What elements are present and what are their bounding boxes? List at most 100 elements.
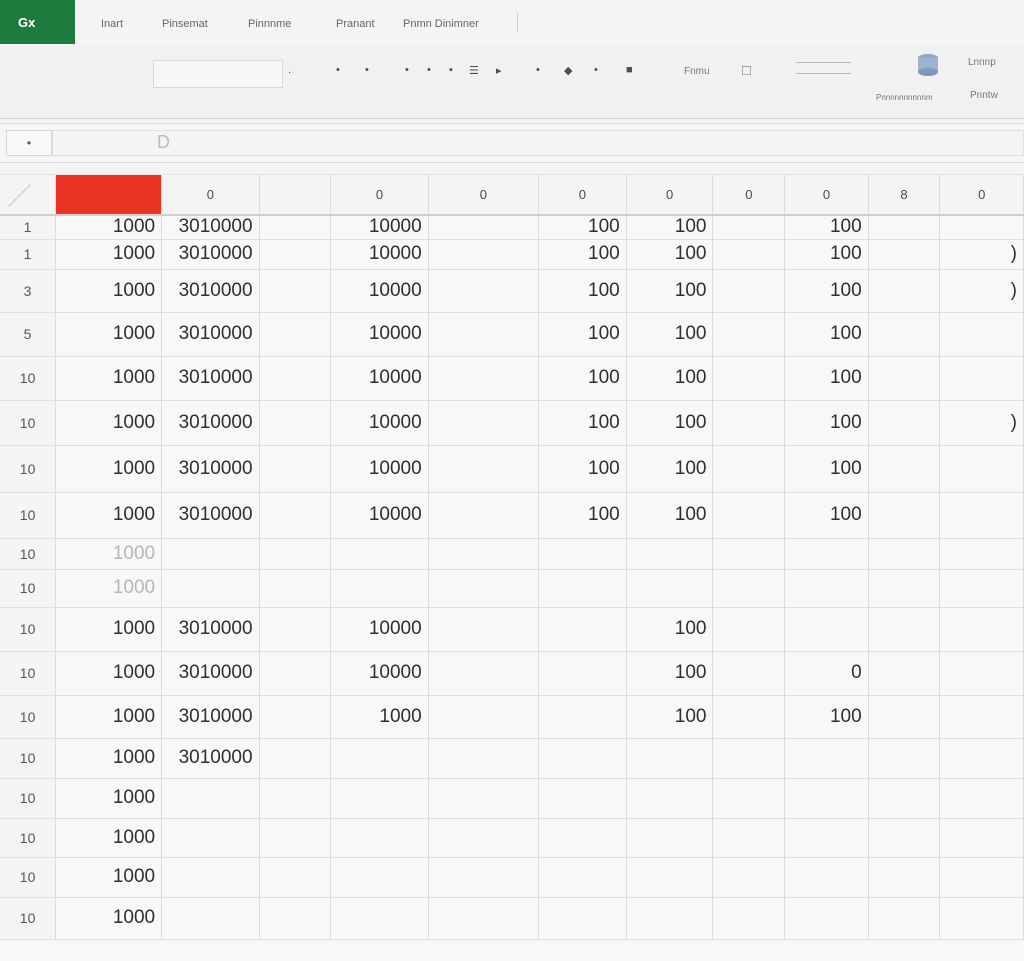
table-cell[interactable]: 1000 <box>55 538 163 570</box>
table-cell[interactable] <box>868 818 941 858</box>
table-cell[interactable] <box>626 538 714 570</box>
table-cell[interactable]: 1000 <box>55 569 163 608</box>
table-cell[interactable]: 100 <box>626 651 714 696</box>
table-cell[interactable] <box>868 269 941 313</box>
table-cell[interactable]: 100 <box>626 445 714 493</box>
format-button-label[interactable]: Fnmu <box>684 66 710 77</box>
table-cell[interactable] <box>712 778 786 819</box>
table-cell[interactable] <box>868 651 941 696</box>
table-cell[interactable]: 100 <box>784 269 869 313</box>
table-cell[interactable] <box>330 738 429 779</box>
database-icon[interactable] <box>915 53 941 80</box>
table-cell[interactable]: 100 <box>626 356 714 401</box>
align-icon[interactable]: ☰ <box>469 64 479 77</box>
table-cell[interactable]: ) <box>939 239 1024 270</box>
row-header[interactable]: 10 <box>0 738 57 779</box>
table-cell[interactable] <box>330 857 429 898</box>
column-header-selected[interactable] <box>55 175 163 216</box>
table-cell[interactable] <box>868 897 941 940</box>
row-header[interactable]: 5 <box>0 312 57 357</box>
table-cell[interactable] <box>259 695 332 739</box>
table-cell[interactable] <box>712 215 786 240</box>
table-cell[interactable] <box>784 897 869 940</box>
table-cell[interactable]: 3010000 <box>161 695 260 739</box>
table-cell[interactable] <box>428 695 539 739</box>
table-cell[interactable] <box>161 897 260 940</box>
table-cell[interactable]: 1000 <box>55 695 163 739</box>
table-cell[interactable] <box>939 738 1024 779</box>
table-cell[interactable]: 1000 <box>55 857 163 898</box>
menu-tab-formulas[interactable]: Pinnnme <box>248 18 291 30</box>
merge-icon[interactable]: • <box>536 64 540 76</box>
table-cell[interactable]: 100 <box>784 356 869 401</box>
table-cell[interactable] <box>161 569 260 608</box>
table-cell[interactable] <box>712 818 786 858</box>
table-cell[interactable]: 100 <box>784 695 869 739</box>
table-cell[interactable] <box>712 738 786 779</box>
table-cell[interactable]: 3010000 <box>161 239 260 270</box>
table-cell[interactable] <box>712 492 786 539</box>
underline-icon[interactable]: • <box>405 64 409 76</box>
table-cell[interactable]: 100 <box>784 445 869 493</box>
table-cell[interactable] <box>428 400 539 446</box>
table-cell[interactable] <box>259 857 332 898</box>
table-cell[interactable] <box>538 897 627 940</box>
table-cell[interactable]: 1000 <box>55 239 163 270</box>
table-cell[interactable] <box>538 818 627 858</box>
table-cell[interactable] <box>784 818 869 858</box>
table-cell[interactable]: 100 <box>626 269 714 313</box>
table-cell[interactable] <box>939 215 1024 240</box>
table-cell[interactable] <box>868 445 941 493</box>
table-cell[interactable] <box>330 569 429 608</box>
table-cell[interactable] <box>939 607 1024 652</box>
menu-tab-review[interactable]: Pnmn Dinimner <box>403 18 479 30</box>
column-header[interactable] <box>259 175 332 216</box>
column-header[interactable]: 0 <box>626 175 714 216</box>
table-cell[interactable] <box>939 651 1024 696</box>
percent-icon[interactable]: • <box>594 64 598 76</box>
table-cell[interactable]: 100 <box>784 215 869 240</box>
table-cell[interactable] <box>868 778 941 819</box>
table-cell[interactable] <box>712 538 786 570</box>
table-cell[interactable] <box>538 607 627 652</box>
menu-tab-data[interactable]: Pranant <box>336 18 375 30</box>
column-header[interactable]: 8 <box>868 175 941 216</box>
table-cell[interactable] <box>538 738 627 779</box>
table-cell[interactable] <box>939 695 1024 739</box>
table-cell[interactable]: 10000 <box>330 651 429 696</box>
table-cell[interactable]: 100 <box>784 312 869 357</box>
table-cell[interactable] <box>330 897 429 940</box>
bullet-icon[interactable]: . <box>288 64 291 76</box>
table-cell[interactable] <box>161 857 260 898</box>
row-header[interactable]: 10 <box>0 695 57 739</box>
table-cell[interactable] <box>939 818 1024 858</box>
table-cell[interactable] <box>259 738 332 779</box>
row-header[interactable]: 1 <box>0 239 57 270</box>
table-cell[interactable]: 0 <box>784 651 869 696</box>
select-all-corner[interactable] <box>0 175 57 216</box>
table-cell[interactable] <box>712 569 786 608</box>
table-cell[interactable]: 3010000 <box>161 492 260 539</box>
row-header[interactable]: 10 <box>0 651 57 696</box>
row-header[interactable]: 10 <box>0 897 57 940</box>
table-cell[interactable]: 1000 <box>55 607 163 652</box>
row-header[interactable]: 10 <box>0 778 57 819</box>
table-cell[interactable] <box>626 857 714 898</box>
menu-tab-insert[interactable]: Inart <box>101 18 123 30</box>
table-cell[interactable] <box>712 857 786 898</box>
table-cell[interactable] <box>626 569 714 608</box>
table-cell[interactable] <box>259 607 332 652</box>
table-cell[interactable]: 1000 <box>55 445 163 493</box>
table-cell[interactable] <box>939 312 1024 357</box>
table-cell[interactable] <box>868 607 941 652</box>
table-cell[interactable]: 100 <box>538 269 627 313</box>
table-cell[interactable]: 1000 <box>55 818 163 858</box>
table-cell[interactable] <box>428 651 539 696</box>
table-cell[interactable] <box>939 492 1024 539</box>
table-cell[interactable] <box>259 651 332 696</box>
table-cell[interactable] <box>868 492 941 539</box>
table-cell[interactable]: 3010000 <box>161 445 260 493</box>
row-header[interactable]: 10 <box>0 857 57 898</box>
table-cell[interactable] <box>259 215 332 240</box>
table-cell[interactable] <box>626 818 714 858</box>
